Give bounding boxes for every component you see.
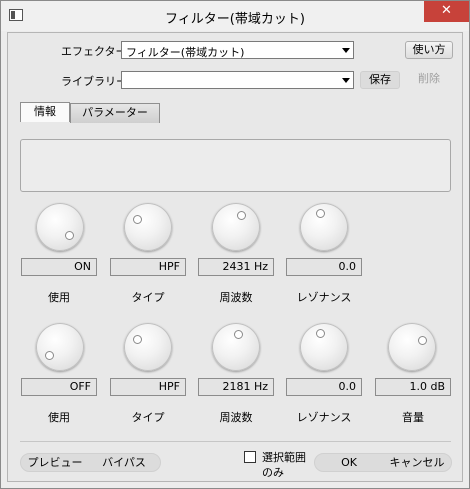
frequency-label: 周波数 (219, 411, 253, 424)
info-panel (20, 139, 451, 192)
resonance-label: レゾナンス (296, 291, 352, 304)
frequency-label: 周波数 (219, 291, 253, 304)
frequency-value[interactable]: 2181 Hz (198, 378, 274, 396)
dialog-body: エフェクター フィルター(帯域カット) 使い方 ライブラリー 保存 削除 情報 … (7, 32, 463, 482)
resonance-value[interactable]: 0.0 (286, 378, 362, 396)
type-label: タイプ (131, 291, 165, 304)
effector-label: エフェクター (61, 45, 127, 58)
knob-indicator (316, 209, 325, 218)
type-knob[interactable] (124, 323, 172, 371)
tab-parameters[interactable]: パラメーター (70, 103, 160, 123)
use-value[interactable]: OFF (21, 378, 97, 396)
volume-knob[interactable] (388, 323, 436, 371)
knob-indicator (418, 336, 427, 345)
ok-button[interactable]: OK (316, 454, 382, 471)
frequency-knob[interactable] (212, 203, 260, 251)
library-select[interactable] (121, 71, 354, 89)
volume-value[interactable]: 1.0 dB (375, 378, 451, 396)
tab-info[interactable]: 情報 (20, 102, 70, 122)
resonance-value[interactable]: 0.0 (286, 258, 362, 276)
type-knob[interactable] (124, 203, 172, 251)
save-button[interactable]: 保存 (360, 71, 400, 89)
knob-indicator (45, 351, 54, 360)
knob-indicator (133, 335, 142, 344)
knob-indicator (237, 211, 246, 220)
selection-only-label-2: のみ (262, 466, 284, 479)
type-value[interactable]: HPF (110, 258, 186, 276)
close-button[interactable]: ✕ (424, 1, 469, 22)
knob-indicator (234, 330, 243, 339)
library-label: ライブラリー (61, 75, 127, 88)
frequency-knob[interactable] (212, 323, 260, 371)
usage-button[interactable]: 使い方 (405, 41, 453, 59)
cancel-button[interactable]: キャンセル (384, 454, 450, 471)
title-bar[interactable]: フィルター(帯域カット) ✕ (1, 1, 469, 31)
preview-button[interactable]: プレビュー (22, 454, 88, 471)
use-label: 使用 (48, 411, 70, 424)
knob-indicator (133, 215, 142, 224)
bypass-button[interactable]: バイパス (90, 454, 158, 471)
window-title: フィルター(帯域カット) (165, 12, 305, 27)
filter-dialog: フィルター(帯域カット) ✕ エフェクター フィルター(帯域カット) 使い方 ラ… (0, 0, 470, 489)
effector-value: フィルター(帯域カット) (126, 46, 245, 59)
type-value[interactable]: HPF (110, 378, 186, 396)
frequency-value[interactable]: 2431 Hz (198, 258, 274, 276)
resonance-knob[interactable] (300, 323, 348, 371)
selection-only-checkbox[interactable] (244, 451, 256, 463)
knob-indicator (65, 231, 74, 240)
volume-label: 音量 (402, 411, 424, 424)
chevron-down-icon (338, 72, 353, 88)
use-label: 使用 (48, 291, 70, 304)
type-label: タイプ (131, 411, 165, 424)
delete-button[interactable]: 削除 (408, 71, 450, 89)
divider (20, 441, 451, 442)
knob-indicator (316, 329, 325, 338)
use-value[interactable]: ON (21, 258, 97, 276)
effector-select[interactable]: フィルター(帯域カット) (121, 41, 354, 59)
use-knob[interactable] (36, 323, 84, 371)
resonance-label: レゾナンス (296, 411, 352, 424)
chevron-down-icon (338, 42, 353, 58)
use-knob[interactable] (36, 203, 84, 251)
selection-only-label: 選択範囲 (262, 451, 306, 464)
resonance-knob[interactable] (300, 203, 348, 251)
